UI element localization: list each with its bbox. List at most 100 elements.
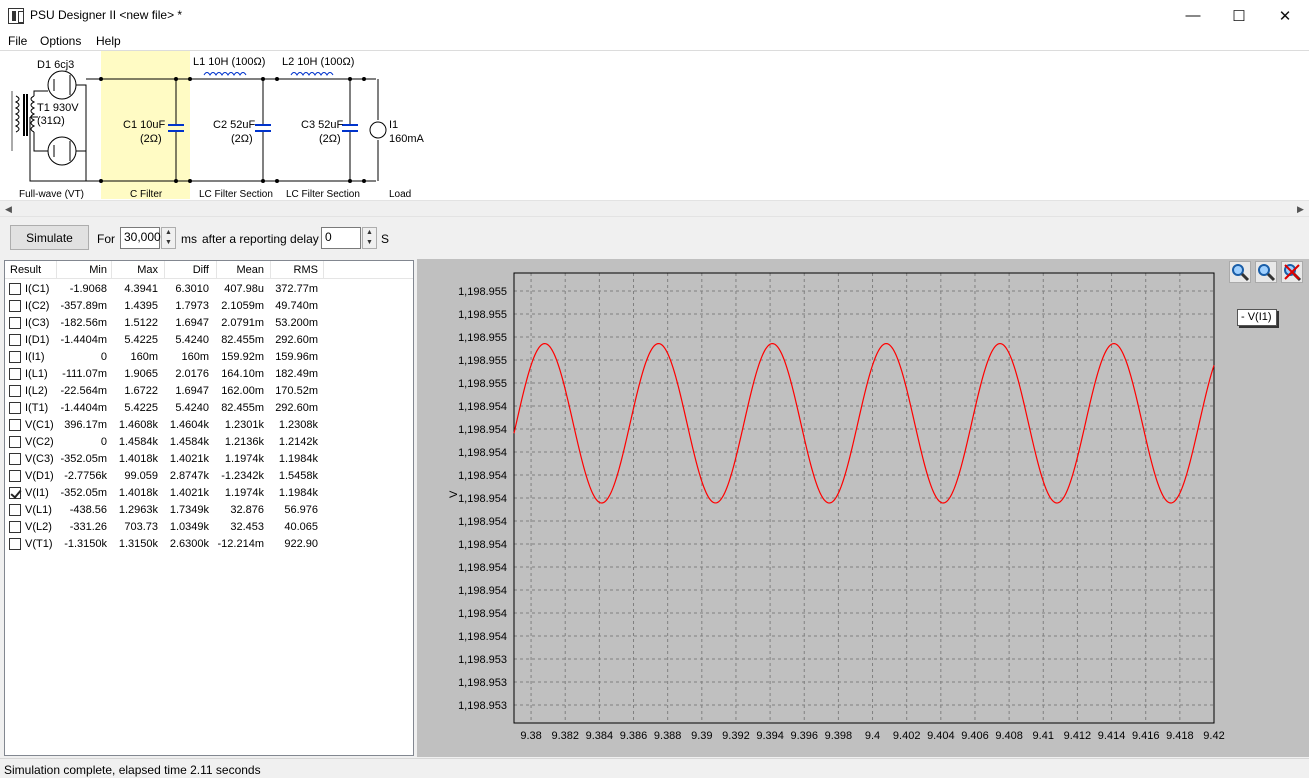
results-table: Result Min Max Diff Mean RMS I(C1) -1.906… [4,260,414,756]
delay-input[interactable]: 0 [321,227,361,249]
row-max: 703.73 [124,521,158,533]
row-checkbox[interactable] [9,300,21,312]
row-max: 1.6722 [124,385,158,397]
delay-spinner[interactable]: ▲ ▼ [362,227,377,249]
row-checkbox[interactable] [9,470,21,482]
row-min: -1.4404m [60,334,107,346]
x-tick-label: 9.41 [1033,730,1054,742]
row-rms: 170.52m [275,385,318,397]
title-bar: PSU Designer II <new file> * — ☐ ✕ [0,0,1309,31]
y-tick-label: 1,198.953 [458,700,507,712]
simulate-button[interactable]: Simulate [10,225,89,250]
row-rms: 922.90 [284,538,318,550]
row-rms: 372.77m [275,283,318,295]
col-mean[interactable]: Mean [214,264,264,279]
row-max: 5.4225 [124,402,158,414]
maximize-button[interactable]: ☐ [1216,0,1262,31]
diode-label: D1 6cj3 [37,59,74,71]
spin-up-icon[interactable]: ▲ [162,228,175,238]
row-mean: 82.455m [221,402,264,414]
transformer-label: T1 930V [37,102,79,114]
x-tick-label: 9.388 [654,730,682,742]
x-tick-label: 9.42 [1203,730,1224,742]
row-checkbox[interactable] [9,351,21,363]
table-row[interactable]: I(C3) -182.56m 1.5122 1.6947 2.0791m 53.200m [5,315,413,332]
table-row[interactable]: I(I1) 0 160m 160m 159.92m 159.96m [5,349,413,366]
y-tick-label: 1,198.954 [458,401,507,413]
y-axis-label: V [448,490,460,498]
row-min: -1.4404m [60,402,107,414]
x-tick-label: 9.408 [995,730,1023,742]
menu-file[interactable]: File [8,34,27,48]
row-checkbox[interactable] [9,334,21,346]
table-row[interactable]: V(D1) -2.7756k 99.059 2.8747k -1.2342k 1.5458… [5,468,413,485]
menu-help[interactable]: Help [96,34,121,48]
row-checkbox[interactable] [9,283,21,295]
spin-down-icon[interactable]: ▼ [363,238,376,248]
x-tick-label: 9.414 [1098,730,1126,742]
y-tick-label: 1,198.954 [458,562,507,574]
table-row[interactable]: I(T1) -1.4404m 5.4225 5.4240 82.455m 292.60m [5,400,413,417]
col-max[interactable]: Max [110,264,158,279]
row-diff: 6.3010 [175,283,209,295]
l2-label: L2 10H (100Ω) [282,56,354,68]
table-row[interactable]: I(L1) -111.07m 1.9065 2.0176 164.10m 182.49m [5,366,413,383]
x-tick-label: 9.402 [893,730,921,742]
voltage-chart: 1,198.955 1,198.955 1,198.955 1,198.955 1,19… [448,272,1225,742]
spin-up-icon[interactable]: ▲ [363,228,376,238]
table-row[interactable]: V(T1) -1.3150k 1.3150k 2.6300k -12.214m 922.9… [5,536,413,553]
col-result[interactable]: Result [10,264,41,279]
table-row[interactable]: V(C3) -352.05m 1.4018k 1.4021k 1.1974k 1.1984… [5,451,413,468]
row-checkbox[interactable] [9,419,21,431]
row-mean: 32.876 [230,504,264,516]
y-tick-label: 1,198.954 [458,493,507,505]
col-min[interactable]: Min [55,264,107,279]
duration-input[interactable]: 30,000 [120,227,161,249]
col-diff[interactable]: Diff [165,264,209,279]
y-tick-label: 1,198.954 [458,447,507,459]
table-row[interactable]: I(C1) -1.9068 4.3941 6.3010 407.98u 372.77m [5,281,413,298]
scroll-left-icon[interactable]: ◀ [0,201,17,217]
table-row[interactable]: V(C2) 0 1.4584k 1.4584k 1.2136k 1.2142k [5,434,413,451]
row-checkbox[interactable] [9,385,21,397]
s-label: S [381,232,390,246]
row-checkbox[interactable] [9,453,21,465]
row-checkbox[interactable] [9,368,21,380]
row-name: V(I1) [25,487,49,499]
table-row[interactable]: I(D1) -1.4404m 5.4225 5.4240 82.455m 292.60m [5,332,413,349]
row-checkbox[interactable] [9,538,21,550]
lc-section-1-label: LC Filter Section [199,189,273,200]
col-rms[interactable]: RMS [268,264,318,279]
row-mean: 32.453 [230,521,264,533]
row-rms: 56.976 [284,504,318,516]
duration-spinner[interactable]: ▲ ▼ [161,227,176,249]
row-checkbox[interactable] [9,487,21,499]
row-checkbox[interactable] [9,436,21,448]
row-diff: 1.6947 [175,385,209,397]
x-tick-label: 9.412 [1064,730,1092,742]
diode-tube-icon-2 [47,136,77,166]
row-max: 1.4584k [118,436,158,448]
table-row[interactable]: I(C2) -357.89m 1.4395 1.7973 2.1059m 49.740m [5,298,413,315]
table-row[interactable]: V(I1) -352.05m 1.4018k 1.4021k 1.1974k 1.1984… [5,485,413,502]
diode-tube-icon [47,70,77,100]
row-mean: 407.98u [224,283,264,295]
row-rms: 1.1984k [278,487,318,499]
minimize-button[interactable]: — [1170,0,1216,31]
row-checkbox[interactable] [9,317,21,329]
row-checkbox[interactable] [9,402,21,414]
row-mean: -12.214m [217,538,264,550]
row-min: 0 [100,351,107,363]
table-row[interactable]: V(L2) -331.26 703.73 1.0349k 32.453 40.065 [5,519,413,536]
table-row[interactable]: I(L2) -22.564m 1.6722 1.6947 162.00m 170.52m [5,383,413,400]
close-button[interactable]: ✕ [1262,0,1308,31]
menu-options[interactable]: Options [40,34,81,48]
row-checkbox[interactable] [9,521,21,533]
row-checkbox[interactable] [9,504,21,516]
horizontal-scrollbar[interactable]: ◀ ▶ [0,200,1309,217]
table-row[interactable]: V(L1) -438.56 1.2963k 1.7349k 32.876 56.976 [5,502,413,519]
spin-down-icon[interactable]: ▼ [162,238,175,248]
scroll-right-icon[interactable]: ▶ [1292,201,1309,217]
table-row[interactable]: V(C1) 396.17m 1.4608k 1.4604k 1.2301k 1.2308k [5,417,413,434]
x-tick-label: 9.416 [1132,730,1160,742]
